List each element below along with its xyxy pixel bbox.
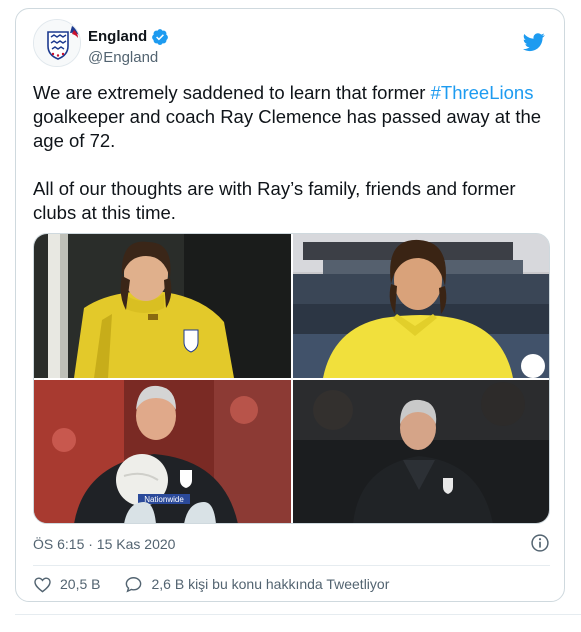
like-button[interactable]: 20,5 B [33, 575, 100, 594]
tweet-card: England @England We are extremely sadden… [15, 8, 565, 602]
tweet-text: We are extremely saddened to learn that … [33, 81, 553, 225]
speech-bubble-icon [126, 576, 142, 593]
tweet-header: England @England [33, 19, 548, 71]
photo-2[interactable] [293, 234, 549, 378]
discussion-link[interactable]: 2,6 B kişi bu konu hakkında Tweetliyor [124, 575, 389, 594]
tweet-text-part-2: goalkeeper and coach Ray Clemence has pa… [33, 106, 542, 151]
discussion-text: 2,6 B kişi bu konu hakkında Tweetliyor [151, 576, 390, 592]
heart-icon [34, 576, 51, 593]
hashtag-link[interactable]: #ThreeLions [431, 82, 534, 103]
sponsor-text: Nationwide [144, 495, 184, 504]
handle[interactable]: @England [88, 49, 158, 67]
verified-badge-icon [152, 29, 169, 45]
feed-divider [15, 614, 581, 615]
divider [33, 565, 550, 566]
tweet-paragraph-2: All of our thoughts are with Ray’s famil… [33, 178, 516, 223]
action-bar: 20,5 B 2,6 B kişi bu konu hakkında Tweet… [33, 573, 389, 595]
info-icon[interactable] [530, 533, 550, 553]
media-grid: Nationwide [33, 233, 550, 524]
england-crest-icon [34, 20, 80, 66]
name-row: England [88, 28, 169, 46]
display-name[interactable]: England [88, 28, 147, 46]
tweet-timestamp[interactable]: ÖS 6:15 · 15 Kas 2020 [33, 535, 175, 553]
photo-3[interactable]: Nationwide [34, 380, 291, 523]
photo-1[interactable] [34, 234, 291, 378]
like-count: 20,5 B [60, 576, 101, 592]
tweet-paragraph-1: We are extremely saddened to learn that … [33, 81, 553, 153]
tweet-text-part-1: We are extremely saddened to learn that … [33, 82, 431, 103]
photo-4[interactable] [293, 380, 549, 523]
twitter-bird-icon[interactable] [522, 31, 546, 53]
avatar[interactable] [33, 19, 81, 67]
